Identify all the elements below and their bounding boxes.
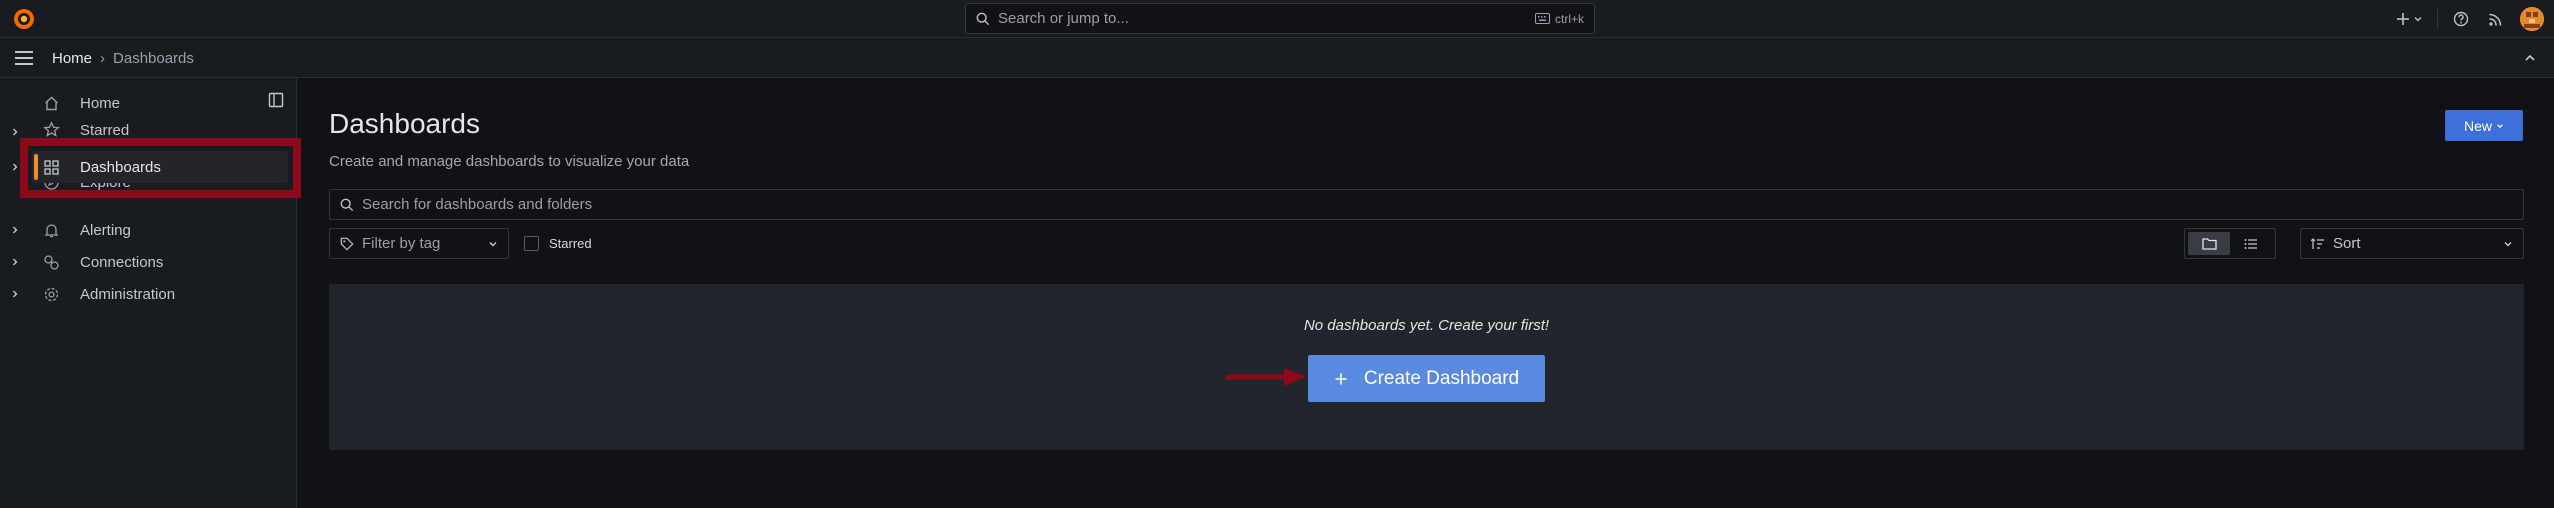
sidebar-item-alerting[interactable]: Alerting xyxy=(0,214,297,246)
chevron-right-icon[interactable] xyxy=(10,162,20,172)
menu-icon[interactable] xyxy=(13,49,35,67)
sort-icon xyxy=(2311,237,2324,249)
folder-view-button[interactable] xyxy=(2188,232,2230,255)
starred-label: Starred xyxy=(549,236,592,251)
help-icon xyxy=(2453,11,2469,27)
shortcut-text: ctrl+k xyxy=(1554,11,1584,26)
empty-state-message: No dashboards yet. Create your first! xyxy=(1303,317,1550,334)
chevron-right-icon[interactable] xyxy=(10,225,20,235)
plus-icon xyxy=(1335,373,1347,384)
search-icon xyxy=(340,198,354,211)
empty-state-panel: No dashboards yet. Create your first! Cr… xyxy=(329,284,2524,450)
help-button[interactable] xyxy=(2444,4,2478,34)
main-content: Dashboards Create and manage dashboards … xyxy=(298,78,2554,508)
search-shortcut: ctrl+k xyxy=(1534,11,1584,26)
folder-icon xyxy=(2201,238,2217,250)
apps-icon xyxy=(44,159,59,175)
list-icon xyxy=(2244,238,2257,249)
sidebar-item-connections[interactable]: Connections xyxy=(0,246,297,278)
breadcrumb-current: Dashboards xyxy=(113,49,194,67)
sidebar-item-label: Starred xyxy=(80,122,130,139)
annotation-arrow-icon xyxy=(1226,368,1306,386)
sidebar-item-label: Administration xyxy=(80,285,176,303)
tag-filter-placeholder: Filter by tag xyxy=(362,235,441,252)
grafana-logo-icon[interactable] xyxy=(12,7,36,31)
chevron-down-icon xyxy=(2504,241,2512,246)
sidebar-item-label: Alerting xyxy=(80,221,131,239)
avatar[interactable] xyxy=(2520,7,2544,31)
home-icon xyxy=(45,96,58,110)
chevron-right-icon[interactable] xyxy=(10,257,20,267)
create-dashboard-button[interactable]: Create Dashboard xyxy=(1308,355,1545,402)
news-button[interactable] xyxy=(2478,4,2512,34)
global-search-input[interactable]: Search or jump to... ctrl+k xyxy=(965,3,1595,34)
connections-icon xyxy=(44,254,59,270)
sidebar-nav: Home Starred Explore Dashboards xyxy=(0,78,297,508)
starred-checkbox[interactable] xyxy=(524,236,539,251)
divider xyxy=(2437,9,2438,29)
breadcrumb-bar: Home › Dashboards xyxy=(0,38,2554,78)
new-menu-button[interactable] xyxy=(2387,4,2431,34)
chevron-up-icon[interactable] xyxy=(2522,50,2538,66)
breadcrumb-home[interactable]: Home xyxy=(52,50,92,67)
new-button[interactable]: New xyxy=(2445,110,2523,141)
rss-icon xyxy=(2488,13,2501,26)
page-subtitle: Create and manage dashboards to visualiz… xyxy=(329,153,690,170)
sort-label: Sort xyxy=(2333,235,2361,252)
chevron-down-icon xyxy=(2414,17,2421,22)
sidebar-item-administration[interactable]: Administration xyxy=(0,278,297,310)
page-title: Dashboards xyxy=(329,108,480,139)
user-avatar-icon xyxy=(2520,7,2544,31)
search-placeholder: Search for dashboards and folders xyxy=(362,196,593,213)
starred-filter[interactable]: Starred xyxy=(524,236,592,251)
sort-select[interactable]: Sort xyxy=(2300,228,2524,259)
keyboard-icon xyxy=(1534,13,1550,24)
dashboard-search-input[interactable]: Search for dashboards and folders xyxy=(329,189,2524,220)
chevron-down-icon xyxy=(2497,123,2503,128)
top-bar: Search or jump to... ctrl+k xyxy=(0,0,2554,38)
new-button-label: New xyxy=(2463,117,2492,134)
bell-icon xyxy=(44,223,59,237)
sidebar-item-label: Connections xyxy=(80,253,164,271)
search-icon xyxy=(976,12,990,25)
active-indicator xyxy=(34,154,38,180)
chevron-right-icon[interactable] xyxy=(10,289,20,299)
tag-filter-select[interactable]: Filter by tag xyxy=(329,228,509,259)
breadcrumb: Home › Dashboards xyxy=(52,38,194,78)
breadcrumb-separator: › xyxy=(100,49,106,67)
chevron-down-icon xyxy=(489,241,497,246)
tag-icon xyxy=(340,237,354,251)
star-icon xyxy=(43,121,60,137)
create-dashboard-label: Create Dashboard xyxy=(1363,367,1520,389)
sidebar-item-home[interactable]: Home xyxy=(0,87,297,119)
search-placeholder: Search or jump to... xyxy=(998,10,1129,27)
sidebar-item-label: Home xyxy=(80,94,121,112)
chevron-right-icon[interactable] xyxy=(10,127,20,137)
plus-icon xyxy=(2396,13,2409,25)
view-toggle xyxy=(2184,228,2276,259)
list-view-button[interactable] xyxy=(2230,232,2272,255)
cog-icon xyxy=(44,287,59,301)
sidebar-item-starred[interactable]: Starred xyxy=(0,119,297,141)
topbar-actions xyxy=(2387,0,2554,38)
sidebar-item-dashboards[interactable]: Dashboards xyxy=(32,151,288,183)
sidebar-item-label: Dashboards xyxy=(80,158,161,176)
